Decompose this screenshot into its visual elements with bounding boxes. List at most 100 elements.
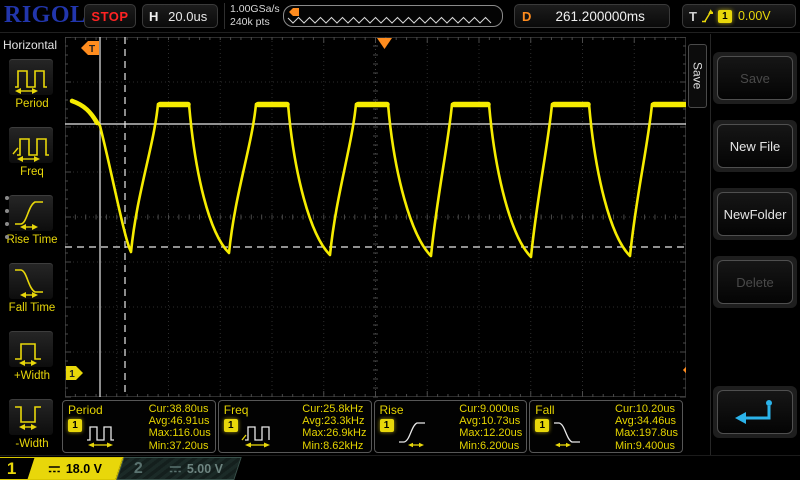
horizontal-label: H	[149, 9, 158, 24]
measurement-panel-freq: Freq 1 Cur:25.8kHz Avg:23.3kHz Max:26.9k…	[218, 400, 372, 453]
trigger-level-value: 0.00V	[738, 9, 771, 23]
delete-button[interactable]: Delete	[717, 260, 793, 304]
freq-icon	[11, 128, 51, 162]
trigger-edge-icon	[701, 8, 714, 24]
measurement-max: Max:116.0us	[149, 427, 211, 439]
freq-meas-icon	[241, 418, 273, 448]
memory-depth: 240k pts	[230, 16, 280, 29]
timebase-value: 20.0us	[158, 9, 217, 24]
measurement-name: Rise	[380, 403, 404, 417]
measurement-source-badge: 1	[68, 419, 82, 432]
rigol-logo: RIGOL	[4, 2, 87, 29]
menu-label-minus-width: -Width	[0, 438, 64, 450]
acquisition-info: 1.00GSa/s 240k pts	[224, 3, 280, 29]
measure-menu-title: Horizontal	[3, 38, 57, 52]
dc-coupling-icon	[169, 464, 182, 473]
return-arrow-icon	[727, 395, 783, 429]
period-meas-icon	[85, 418, 117, 448]
run-state-label: STOP	[91, 9, 128, 24]
channel2-scale: 5.00 V	[187, 462, 223, 476]
measurement-name: Freq	[224, 403, 249, 417]
delay-label: D	[522, 9, 531, 24]
channel2-number: 2	[134, 460, 143, 478]
measurement-avg: Avg:23.3kHz	[302, 415, 366, 427]
fall-time-icon	[11, 264, 51, 298]
softkey-cell	[713, 386, 797, 438]
menu-label-fall-time: Fall Time	[0, 302, 64, 314]
menu-item-plus-width[interactable]	[8, 330, 54, 368]
menu-item-rise-time[interactable]	[8, 194, 54, 232]
memory-waveform-preview[interactable]	[283, 5, 503, 27]
softkey-cell: NewFolder	[713, 188, 797, 240]
delay-value: 261.200000ms	[531, 9, 669, 24]
measurement-source-badge: 1	[380, 419, 394, 432]
measurement-min: Min:37.20us	[149, 440, 211, 452]
save-menu-panel: Save Save New File NewFolder Delete	[686, 34, 800, 455]
menu-label-freq: Freq	[0, 166, 64, 178]
softkey-column: Save New File NewFolder Delete	[710, 34, 798, 455]
softkey-cell: New File	[713, 120, 797, 172]
minus-width-icon	[11, 400, 51, 434]
trigger-readout[interactable]: T 1 0.00V	[682, 4, 796, 28]
channel-status-bar: 1 18.0 V 2 5.00 V	[0, 455, 800, 480]
plus-width-icon	[11, 332, 51, 366]
measure-menu-panel: Horizontal Period Freq Rise Time	[0, 34, 64, 454]
new-file-button[interactable]: New File	[717, 124, 793, 168]
header-bar: RIGOL STOP H 20.0us 1.00GSa/s 240k pts D…	[0, 0, 800, 33]
measurement-cur: Cur:25.8kHz	[302, 403, 366, 415]
menu-label-period: Period	[0, 98, 64, 110]
rise-meas-icon	[397, 418, 429, 448]
measurement-source-badge: 1	[224, 419, 238, 432]
menu-scroll-dot	[5, 209, 9, 213]
measurement-name: Period	[68, 403, 103, 417]
rise-time-icon	[11, 196, 51, 230]
save-button[interactable]: Save	[717, 56, 793, 100]
measurement-avg: Avg:10.73us	[459, 415, 522, 427]
measurement-min: Min:9.400us	[615, 440, 678, 452]
menu-item-fall-time[interactable]	[8, 262, 54, 300]
delay-readout[interactable]: D 261.200000ms	[514, 4, 670, 28]
channel1-status[interactable]: 1 18.0 V	[0, 457, 124, 480]
measurement-avg: Avg:46.91us	[149, 415, 211, 427]
measurement-cur: Cur:38.80us	[149, 403, 211, 415]
measurement-panel-period: Period 1 Cur:38.80us Avg:46.91us Max:116…	[62, 400, 216, 453]
measurement-cur: Cur:10.20us	[615, 403, 678, 415]
trigger-label: T	[689, 9, 697, 24]
measurement-name: Fall	[535, 403, 554, 417]
menu-scroll-dot	[5, 235, 9, 239]
new-folder-button[interactable]: NewFolder	[717, 192, 793, 236]
measurement-panel-rise: Rise 1 Cur:9.000us Avg:10.73us Max:12.20…	[374, 400, 528, 453]
measurement-avg: Avg:34.46us	[615, 415, 678, 427]
measurement-cur: Cur:9.000us	[459, 403, 522, 415]
measurement-max: Max:197.8us	[615, 427, 678, 439]
sample-rate: 1.00GSa/s	[230, 3, 280, 16]
menu-item-minus-width[interactable]	[8, 398, 54, 436]
memory-waveform-icon	[284, 6, 502, 26]
trigger-source-badge: 1	[718, 10, 732, 23]
menu-item-freq[interactable]	[8, 126, 54, 164]
save-menu-tab: Save	[688, 44, 707, 108]
run-state-indicator[interactable]: STOP	[84, 4, 136, 28]
softkey-cell: Save	[713, 52, 797, 104]
svg-text:T: T	[89, 44, 95, 55]
measurement-max: Max:12.20us	[459, 427, 522, 439]
measurement-max: Max:26.9kHz	[302, 427, 366, 439]
measurement-panel-fall: Fall 1 Cur:10.20us Avg:34.46us Max:197.8…	[529, 400, 683, 453]
measurement-min: Min:8.62kHz	[302, 440, 366, 452]
menu-scroll-dot	[5, 196, 9, 200]
svg-text:1: 1	[69, 369, 75, 380]
dc-coupling-icon	[48, 464, 61, 473]
measurement-results-row: Period 1 Cur:38.80us Avg:46.91us Max:116…	[62, 400, 683, 453]
channel2-status[interactable]: 2 5.00 V	[116, 457, 241, 480]
fall-meas-icon	[552, 418, 584, 448]
measurement-min: Min:6.200us	[459, 440, 522, 452]
softkey-cell: Delete	[713, 256, 797, 308]
measurement-source-badge: 1	[535, 419, 549, 432]
return-button[interactable]	[717, 390, 793, 434]
horizontal-timebase-box[interactable]: H 20.0us	[142, 4, 218, 28]
channel1-scale: 18.0 V	[66, 462, 102, 476]
save-menu-tab-label: Save	[691, 62, 705, 89]
menu-item-period[interactable]	[8, 58, 54, 96]
menu-scroll-dot	[5, 222, 9, 226]
period-icon	[11, 60, 51, 94]
